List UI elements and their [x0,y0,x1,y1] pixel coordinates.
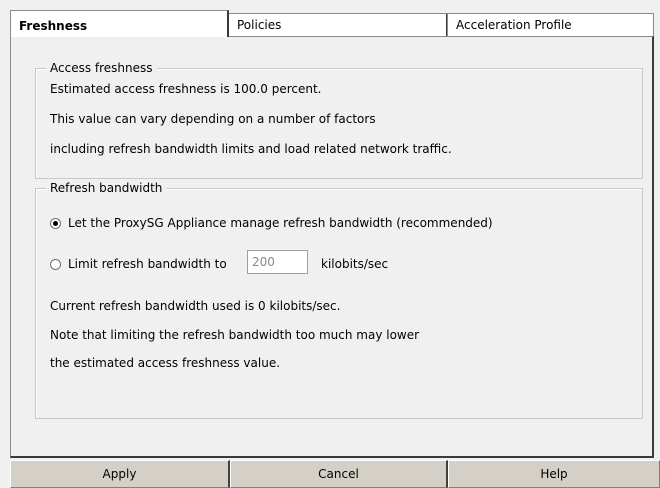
bandwidth-note-line-2: the estimated access freshness value. [50,356,281,370]
tab-freshness[interactable]: Freshness [10,10,229,37]
tab-acceleration-profile[interactable]: Acceleration Profile [447,13,654,36]
manage-bandwidth-option[interactable]: Let the ProxySG Appliance manage refresh… [50,216,493,230]
limit-bandwidth-label: Limit refresh bandwidth to [68,257,227,271]
bandwidth-limit-input[interactable] [247,250,308,274]
freshness-note-line-1: This value can vary depending on a numbe… [50,112,376,126]
freshness-note-line-2: including refresh bandwidth limits and l… [50,142,452,156]
refresh-bandwidth-legend: Refresh bandwidth [46,181,167,196]
bandwidth-unit-label: kilobits/sec [321,257,389,271]
manage-bandwidth-radio[interactable] [50,217,61,229]
access-freshness-legend: Access freshness [46,61,157,76]
bandwidth-note-line-1: Note that limiting the refresh bandwidth… [50,328,420,342]
apply-button[interactable]: Apply [10,460,230,488]
current-bandwidth-text: Current refresh bandwidth used is 0 kilo… [50,299,341,313]
freshness-dialog: Freshness Policies Acceleration Profile … [0,0,660,488]
limit-bandwidth-option[interactable]: Limit refresh bandwidth to [50,257,227,271]
tab-policies[interactable]: Policies [228,13,448,36]
freshness-panel: Access freshness Estimated access freshn… [10,36,654,458]
freshness-estimate-text: Estimated access freshness is 100.0 perc… [50,82,322,96]
refresh-bandwidth-group: Refresh bandwidth Let the ProxySG Applia… [35,181,643,419]
limit-bandwidth-radio[interactable] [50,258,61,270]
cancel-button[interactable]: Cancel [230,460,448,488]
manage-bandwidth-label: Let the ProxySG Appliance manage refresh… [68,216,493,230]
access-freshness-group: Access freshness Estimated access freshn… [35,61,643,179]
help-button[interactable]: Help [448,460,660,488]
